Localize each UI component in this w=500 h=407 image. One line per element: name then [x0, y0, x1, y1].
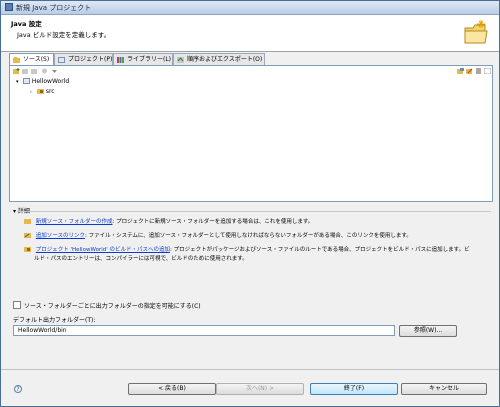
add-build-path-link[interactable]: プロジェクト 'HellowWorld' のビルド・パスへの追加 [36, 247, 170, 253]
expand-icon[interactable]: ▾ [16, 79, 21, 85]
back-button[interactable]: < 戻る(B) [128, 383, 216, 395]
details-divider [17, 211, 491, 212]
cancel-button[interactable]: キャンセル [401, 383, 487, 395]
link-source-icon[interactable] [22, 68, 29, 74]
finish-button[interactable]: 終了(F) [310, 383, 398, 395]
browse-button[interactable]: 参照(W)... [399, 325, 457, 337]
output-folder-checkbox-label: ソース・フォルダーごとに出力フォルダーの指定を可能にする(C) [24, 303, 201, 310]
tab-order-export-label: 順序およびエクスポート(O) [187, 56, 263, 63]
tab-libraries-label: ライブラリー(L) [127, 56, 172, 63]
tab-libraries[interactable]: ライブラリー(L) [113, 53, 173, 65]
project-icon [58, 57, 65, 63]
tab-order-export[interactable]: 順序およびエクスポート(O) [173, 53, 265, 65]
title-bar[interactable]: 新規 Java プロジェクト [1, 1, 499, 15]
panel-toolbar [10, 66, 492, 76]
next-button[interactable]: 次へ(N) > [216, 383, 304, 395]
properties-icon[interactable] [484, 68, 491, 74]
banner-description: Java ビルド設定を定義します。 [17, 31, 111, 39]
dialog-window: 新規 Java プロジェクト Java 設定 Java ビルド設定を定義します。… [0, 0, 500, 407]
details-text-cont: ルド・パスのエントリーは、コンパイラーには可視で、ビルドのために使用されます。 [34, 256, 248, 262]
details-text: : ファイル・システムに、追加ソース・フォルダーとして使用しなければならないフォ… [84, 233, 412, 239]
java-project-icon [22, 78, 30, 84]
remove-icon[interactable] [475, 68, 482, 74]
details-item-add-build-path: プロジェクト 'HellowWorld' のビルド・パスへの追加: プロジェクト… [24, 246, 470, 254]
output-folder-checkbox[interactable] [13, 301, 21, 309]
create-source-folder-link[interactable]: 新規ソース・フォルダーの作成 [36, 219, 113, 225]
tab-source-label: ソース(S) [23, 56, 50, 63]
folder-name: src [45, 88, 55, 95]
link-source-link[interactable]: 追加ソースのリンク [36, 233, 85, 239]
linked-folder-icon [24, 233, 31, 238]
tab-projects[interactable]: プロジェクト(P) [54, 53, 113, 65]
window-title: 新規 Java プロジェクト [16, 4, 92, 12]
output-folder-option[interactable]: ソース・フォルダーごとに出力フォルダーの指定を可能にする(C) [13, 301, 201, 310]
app-icon [5, 3, 13, 11]
edit-icon[interactable] [466, 68, 473, 74]
help-icon[interactable]: ? [14, 385, 22, 393]
tree-node-src[interactable]: ▹ src [30, 88, 55, 95]
library-icon [117, 57, 124, 63]
source-panel: ▾ HellowWorld ▹ src [9, 65, 493, 202]
collapse-icon[interactable]: ▹ [30, 89, 35, 95]
view-menu-icon[interactable] [51, 68, 58, 74]
details-text: : プロジェクトに新規ソース・フォルダーを追加する場合は、これを使用します。 [112, 219, 314, 225]
source-folder-icon [13, 57, 20, 63]
details-item-link-source: 追加ソースのリンク: ファイル・システムに、追加ソース・フォルダーとして使用しな… [24, 232, 412, 240]
details-item-add-build-path-cont: ルド・パスのエントリーは、コンパイラーには可視で、ビルドのために使用されます。 [34, 255, 248, 263]
banner-title: Java 設定 [11, 20, 42, 28]
order-icon [177, 57, 184, 63]
build-path-icon [24, 247, 31, 252]
new-folder-small-icon [24, 219, 31, 224]
tree-node-project[interactable]: ▾ HellowWorld [16, 78, 69, 85]
wizard-banner: Java 設定 Java ビルド設定を定義します。 [1, 15, 499, 52]
details-text: : プロジェクトがパッケージおよびソース・ファイルのルートである場合、プロジェク… [169, 247, 470, 253]
configure-icon[interactable] [41, 68, 48, 74]
new-folder-icon [464, 20, 488, 44]
default-output-field[interactable]: HellowWorld/bin [13, 325, 395, 336]
link-source-icon-2[interactable] [31, 68, 38, 74]
filter-icon[interactable] [457, 68, 464, 74]
add-folder-icon[interactable] [13, 68, 20, 74]
details-item-new-folder: 新規ソース・フォルダーの作成: プロジェクトに新規ソース・フォルダーを追加する場… [24, 218, 313, 226]
default-output-label: デフォルト出力フォルダー(T): [13, 317, 96, 324]
package-folder-icon [36, 89, 44, 94]
project-name: HellowWorld [31, 78, 70, 85]
tab-projects-label: プロジェクト(P) [68, 56, 113, 63]
button-separator [1, 369, 499, 370]
